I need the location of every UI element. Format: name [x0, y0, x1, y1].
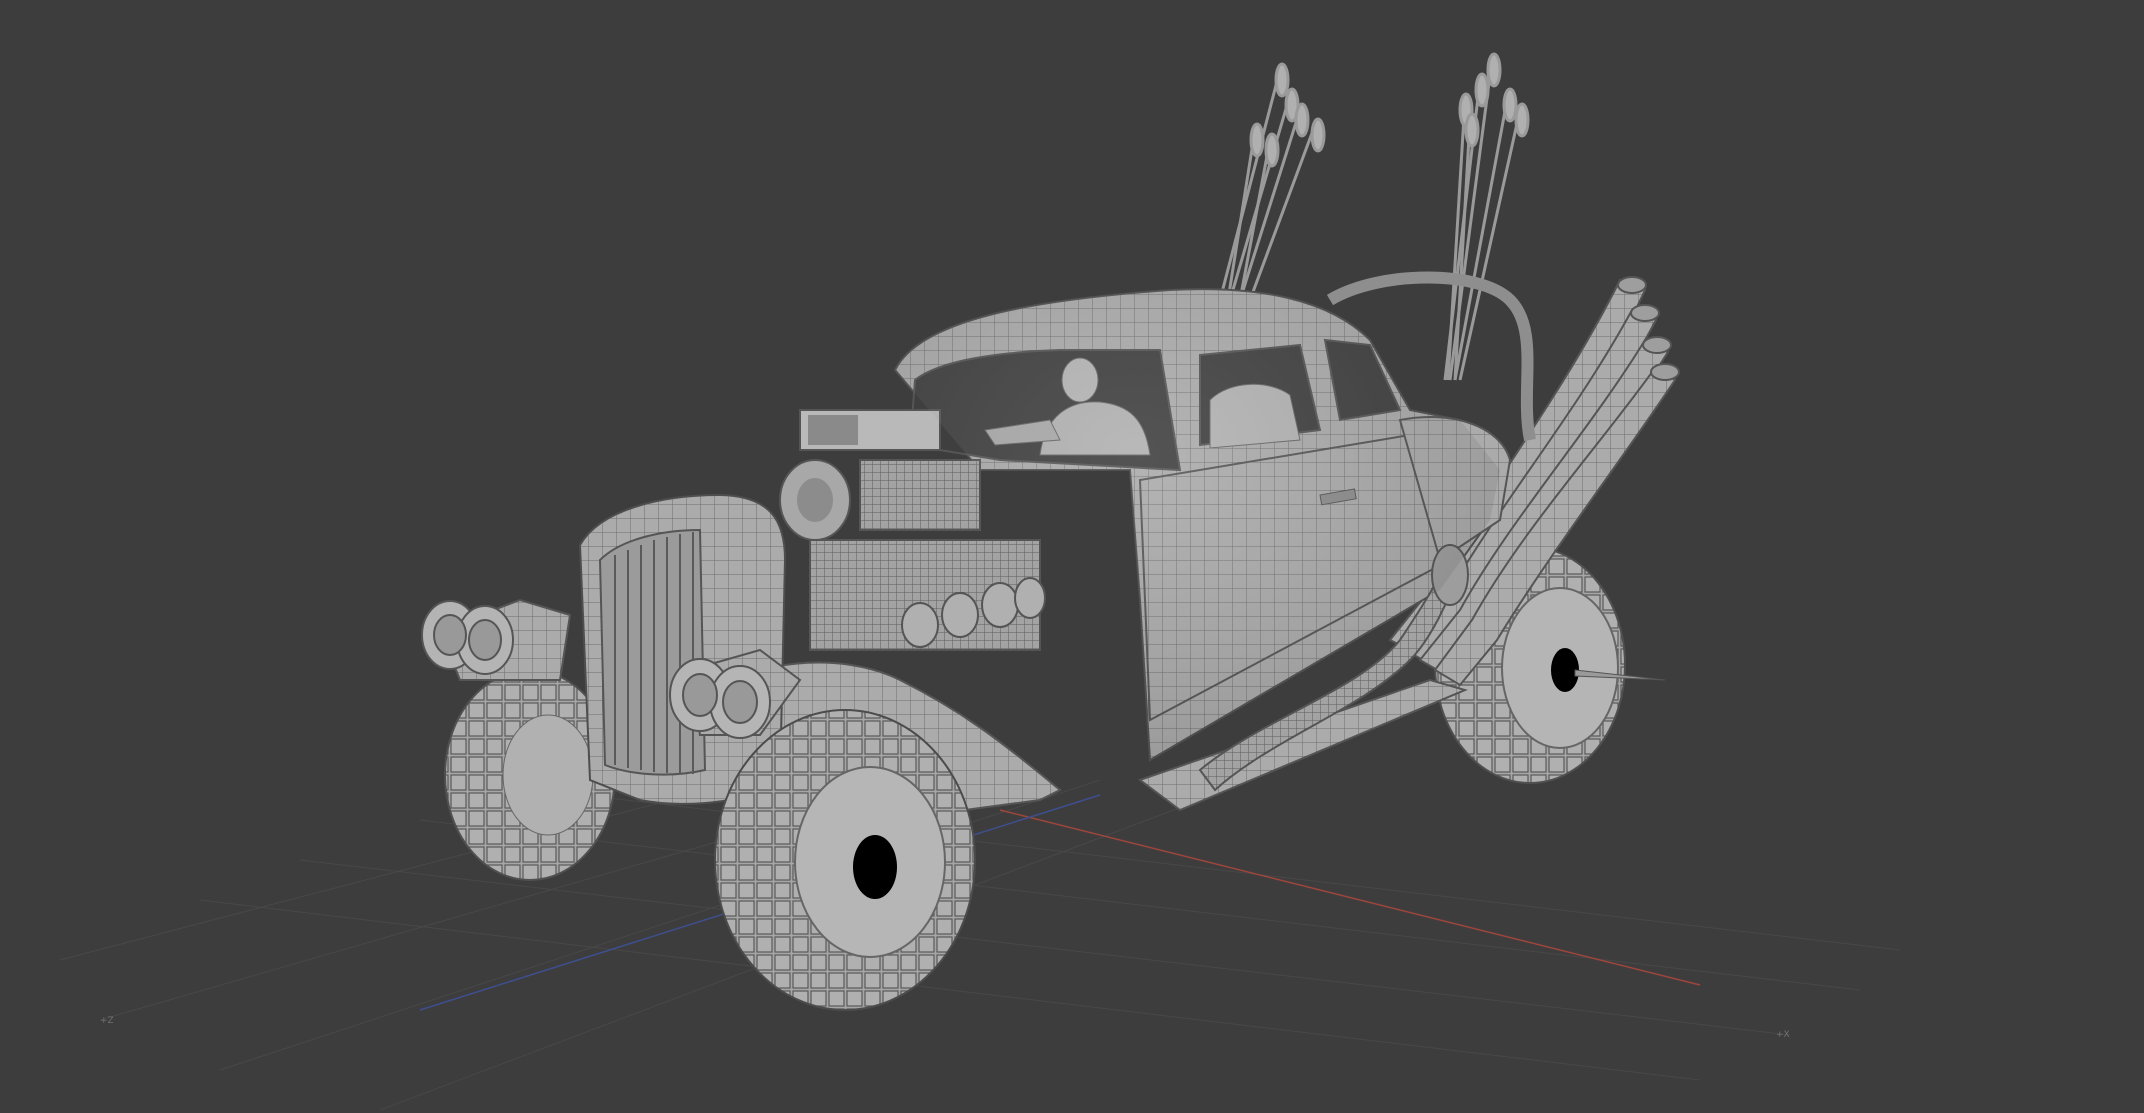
hot-rod-car-model[interactable]: [421, 52, 1680, 1011]
front-light-left: [421, 598, 572, 681]
3d-viewport[interactable]: +Z +X: [0, 0, 2144, 1113]
viewport-scene[interactable]: [0, 0, 2144, 1113]
x-axis-line: [999, 809, 1701, 986]
front-wheel-near[interactable]: [714, 709, 976, 1011]
x-axis-label: +X: [1776, 1030, 1790, 1040]
z-axis-label: +Z: [100, 1016, 114, 1026]
